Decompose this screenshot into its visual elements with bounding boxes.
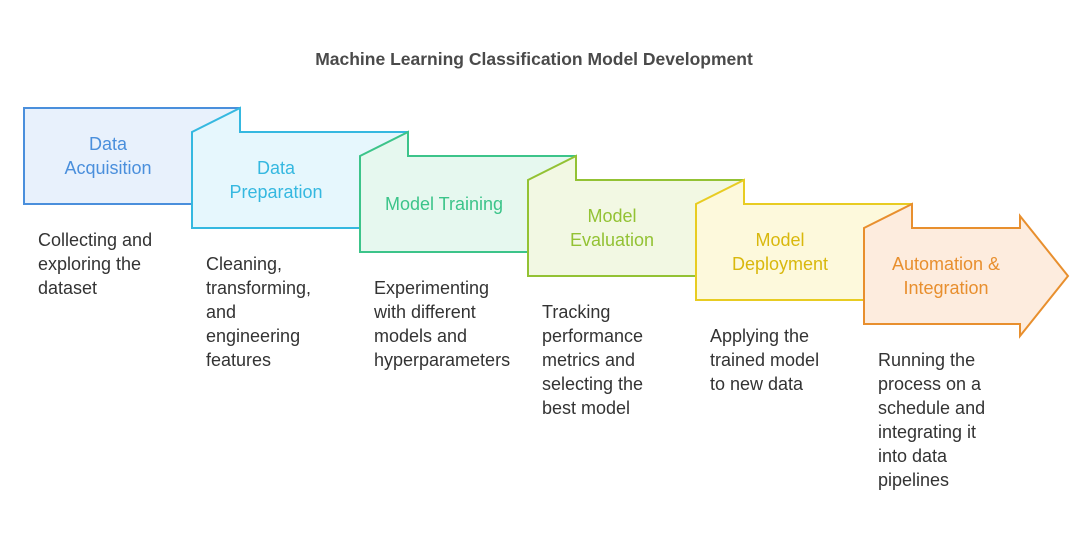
- step-4-label: Model Evaluation: [569, 206, 655, 250]
- step-4-description: Tracking performance metrics and selecti…: [542, 302, 644, 418]
- step-3-description: Experimenting with different models and …: [374, 278, 511, 370]
- step-1-description: Collecting and exploring the dataset: [38, 230, 153, 298]
- step-3-label: Model Training: [384, 194, 504, 214]
- step-2-label: Data Preparation: [229, 158, 323, 202]
- step-5-description: Applying the trained model to new data: [710, 326, 820, 394]
- step-1-label: Data Acquisition: [64, 134, 152, 178]
- step-6-description: Running the process on a schedule and in…: [878, 350, 986, 490]
- step-5-label: Model Deployment: [731, 230, 829, 274]
- step-2-description: Cleaning, transforming, and engineering …: [206, 254, 312, 370]
- step-6-label: Automation & Integration: [891, 254, 1001, 298]
